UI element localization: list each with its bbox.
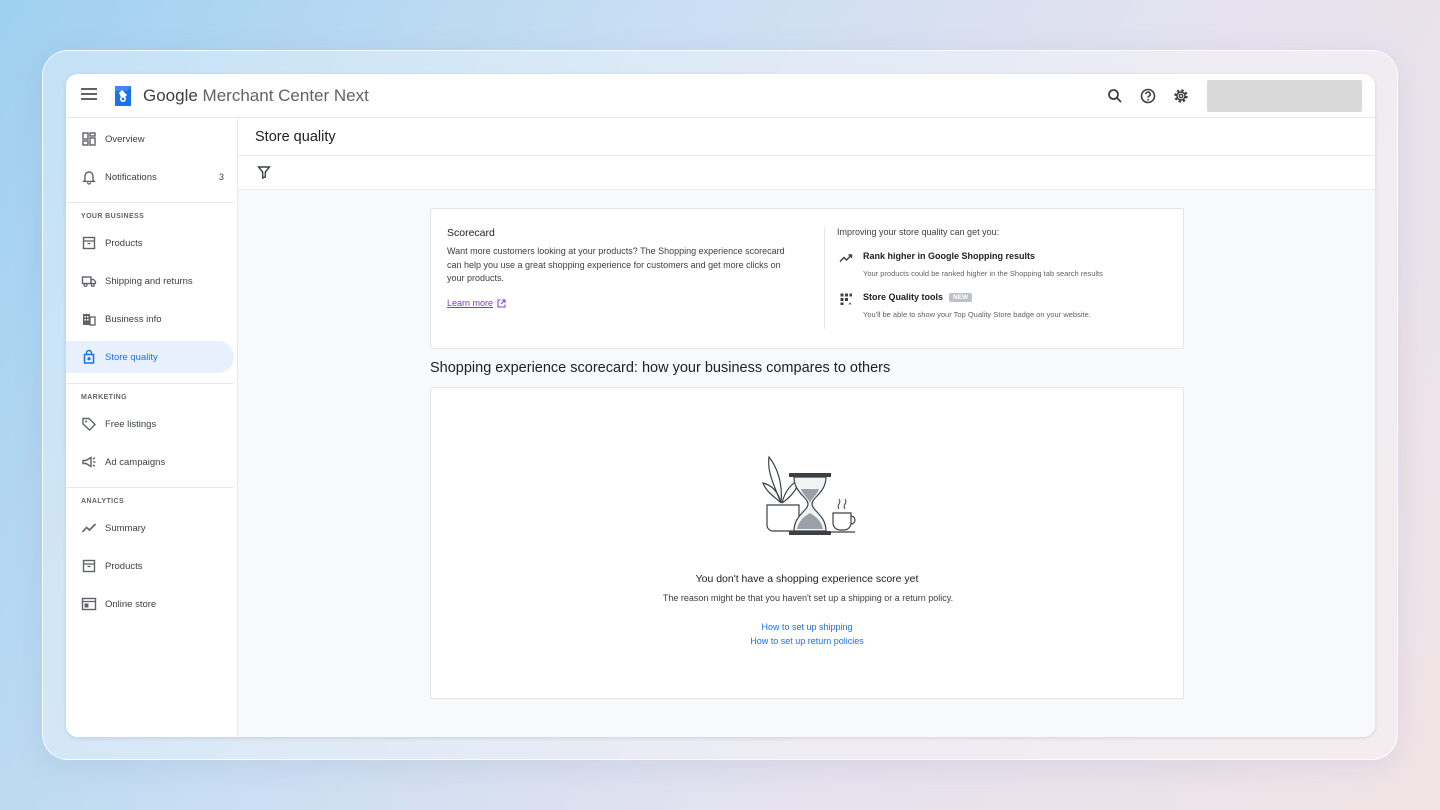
new-badge: NEW bbox=[949, 292, 973, 302]
sidebar-item-overview[interactable]: Overview bbox=[66, 123, 234, 155]
scorecard-title: Scorecard bbox=[447, 227, 495, 239]
benefit-store-quality-tools-description: You'll be able to show your Top Quality … bbox=[863, 310, 1091, 319]
setup-shipping-link[interactable]: How to set up shipping bbox=[431, 622, 1183, 632]
product-name: Google Merchant Center Next bbox=[143, 86, 369, 105]
box-icon bbox=[82, 236, 96, 250]
scorecard-card: Scorecard Want more customers looking at… bbox=[430, 208, 1184, 349]
sidebar-item-store-quality[interactable]: Store quality bbox=[66, 341, 234, 373]
tag-icon bbox=[82, 417, 96, 431]
dashboard-icon bbox=[82, 132, 96, 146]
hamburger-menu-icon[interactable] bbox=[81, 88, 97, 102]
section-label-analytics: ANALYTICS bbox=[81, 498, 125, 505]
vertical-divider bbox=[824, 227, 825, 329]
benefit-title-text: Store Quality tools bbox=[863, 292, 944, 302]
merchant-center-app: Google Merchant Center Next Overview Not… bbox=[66, 74, 1375, 737]
trending-line-icon bbox=[81, 523, 97, 533]
setup-return-policies-link[interactable]: How to set up return policies bbox=[431, 636, 1183, 646]
sidebar-item-ad-campaigns[interactable]: Ad campaigns bbox=[66, 446, 234, 478]
box-icon bbox=[82, 559, 96, 573]
sidebar-item-summary[interactable]: Summary bbox=[66, 512, 234, 544]
sidebar-item-label: Online store bbox=[105, 598, 157, 610]
building-icon bbox=[83, 314, 96, 326]
sidebar: Overview Notifications 3 YOUR BUSINESS P… bbox=[66, 118, 238, 737]
truck-icon bbox=[81, 276, 97, 288]
account-placeholder[interactable] bbox=[1207, 80, 1362, 112]
hourglass-waiting-illustration-icon bbox=[762, 455, 856, 535]
sidebar-item-shipping-and-returns[interactable]: Shipping and returns bbox=[66, 265, 234, 297]
learn-more-label: Learn more bbox=[447, 298, 494, 308]
empty-state-description: The reason might be that you haven't set… bbox=[662, 593, 954, 603]
sidebar-item-label: Products bbox=[105, 560, 143, 572]
scorecard-description: Want more customers looking at your prod… bbox=[447, 246, 785, 283]
sidebar-item-label: Store quality bbox=[105, 351, 158, 363]
sidebar-item-label: Notifications bbox=[105, 171, 157, 183]
benefit-title-text: Rank higher in Google Shopping results bbox=[863, 251, 1036, 261]
filter-icon[interactable] bbox=[257, 165, 271, 179]
page-header: Store quality bbox=[238, 118, 1375, 156]
browser-window-icon bbox=[81, 597, 97, 611]
sidebar-item-business-info[interactable]: Business info bbox=[66, 303, 234, 335]
merchant-center-logo-icon bbox=[115, 86, 131, 106]
comparison-empty-state-card: You don't have a shopping experience sco… bbox=[430, 387, 1184, 699]
page-title: Store quality bbox=[255, 129, 336, 145]
sidebar-item-label: Summary bbox=[105, 522, 146, 534]
sidebar-item-analytics-products[interactable]: Products bbox=[66, 550, 234, 582]
sidebar-item-notifications[interactable]: Notifications 3 bbox=[66, 161, 234, 193]
sidebar-item-free-listings[interactable]: Free listings bbox=[66, 408, 234, 440]
learn-more-link[interactable]: Learn more bbox=[447, 298, 506, 308]
megaphone-icon bbox=[82, 456, 96, 468]
main-content: Store quality Scorecard Want more custom… bbox=[238, 118, 1375, 737]
filter-bar bbox=[238, 156, 1375, 190]
sidebar-item-online-store[interactable]: Online store bbox=[66, 588, 234, 620]
trending-up-icon bbox=[839, 254, 853, 263]
sidebar-item-label: Overview bbox=[105, 133, 145, 145]
sidebar-divider bbox=[66, 487, 234, 488]
empty-state-title: You don't have a shopping experience sco… bbox=[695, 573, 919, 585]
benefit-rank-higher-description: Your products could be ranked higher in … bbox=[863, 269, 1103, 278]
store-quality-shield-icon bbox=[83, 349, 95, 364]
sidebar-item-products[interactable]: Products bbox=[66, 227, 234, 259]
sidebar-item-label: Free listings bbox=[105, 418, 157, 430]
sidebar-item-label: Shipping and returns bbox=[105, 275, 193, 287]
search-icon[interactable] bbox=[1106, 87, 1124, 105]
section-label-your-business: YOUR BUSINESS bbox=[81, 213, 145, 220]
help-icon[interactable] bbox=[1139, 87, 1157, 105]
external-link-icon bbox=[497, 299, 506, 307]
sidebar-divider bbox=[66, 202, 234, 203]
section-label-marketing: MARKETING bbox=[81, 394, 127, 401]
notification-count-badge: 3 bbox=[218, 172, 224, 182]
sidebar-divider bbox=[66, 383, 234, 384]
sidebar-item-label: Business info bbox=[105, 313, 162, 325]
settings-gear-icon[interactable] bbox=[1172, 87, 1190, 105]
sidebar-item-label: Products bbox=[105, 237, 143, 249]
benefit-store-quality-tools-title: Store Quality tools NEW bbox=[863, 292, 973, 302]
bell-icon bbox=[82, 171, 96, 185]
benefit-rank-higher-title: Rank higher in Google Shopping results bbox=[863, 251, 1035, 261]
comparison-heading: Shopping experience scorecard: how your … bbox=[430, 360, 891, 376]
store-tools-icon bbox=[840, 293, 852, 305]
sidebar-item-label: Ad campaigns bbox=[105, 456, 166, 468]
improving-title: Improving your store quality can get you… bbox=[837, 227, 1000, 237]
top-bar: Google Merchant Center Next bbox=[66, 74, 1375, 118]
